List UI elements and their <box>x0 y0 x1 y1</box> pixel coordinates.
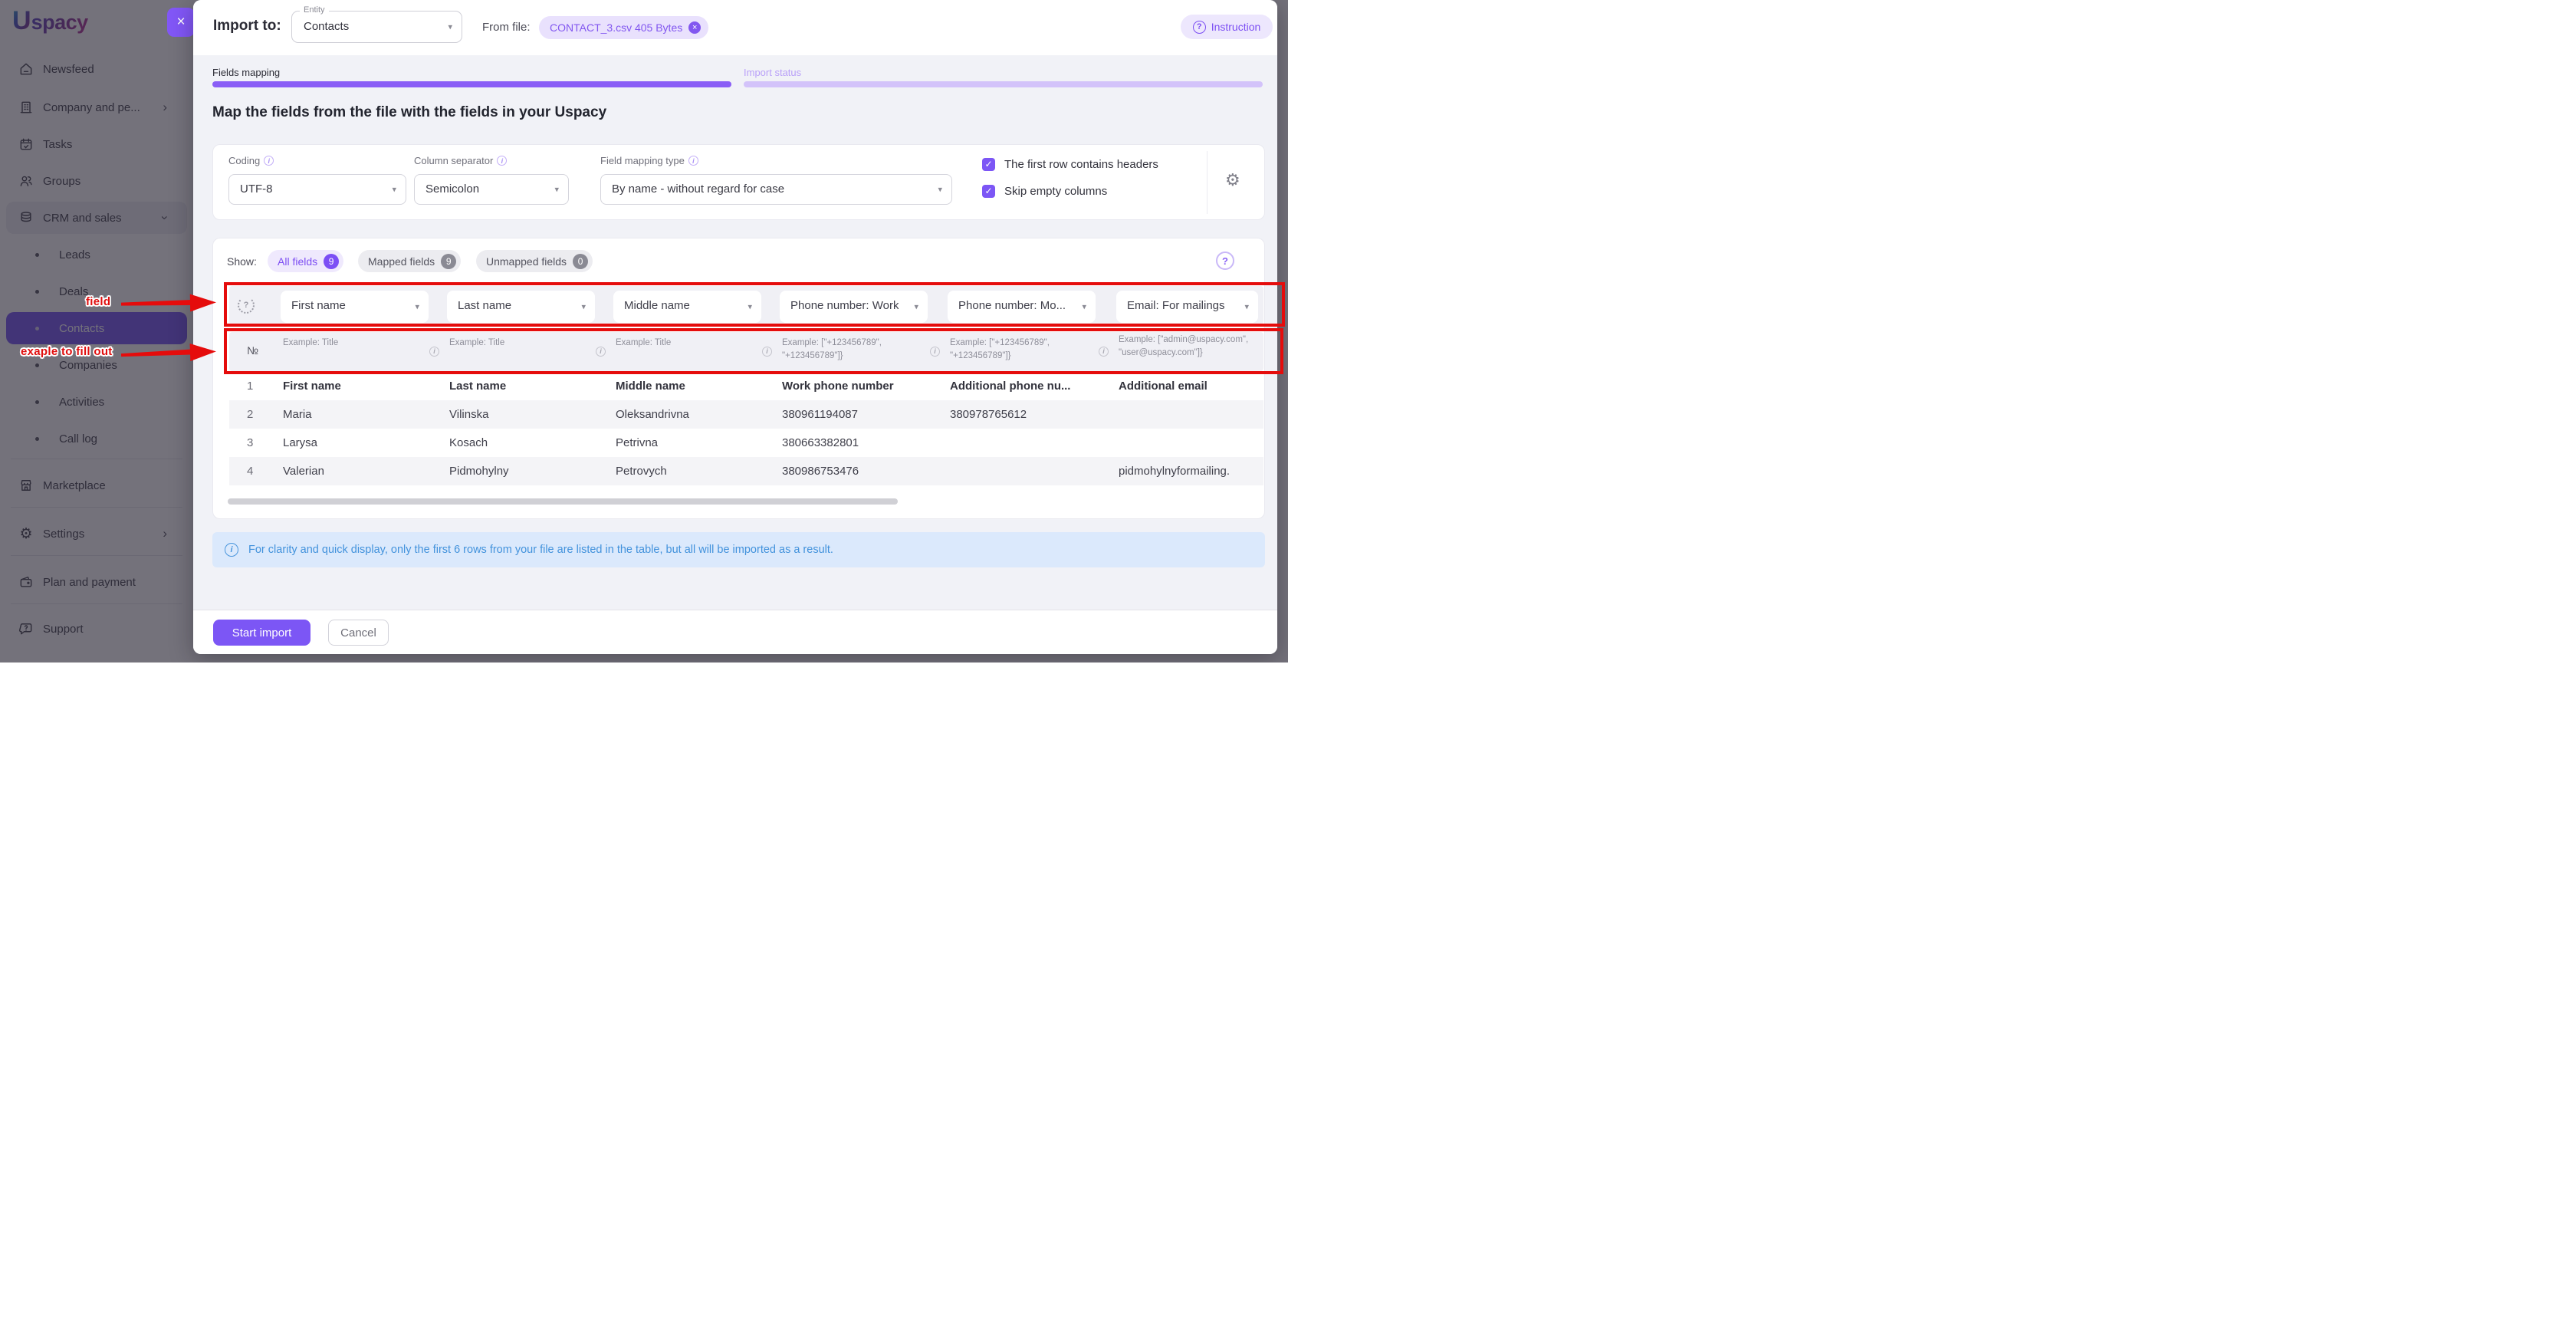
show-label: Show: <box>227 255 257 268</box>
table-row: 4 Valerian Pidmohylny Petrovych 38098675… <box>229 457 1263 485</box>
filter-unmapped-fields[interactable]: Unmapped fields 0 <box>476 250 593 272</box>
app-window: Uspacy Newsfeed Company and pe... › Task… <box>0 0 1288 662</box>
question-circle-icon: ? <box>1193 21 1206 34</box>
field-select-2[interactable]: Last name▾ <box>447 291 595 323</box>
mapping-type-label: Field mapping typei <box>600 155 698 166</box>
caret-down-icon: ▾ <box>914 302 918 312</box>
caret-down-icon: ▾ <box>748 302 752 312</box>
step-fields-mapping-label: Fields mapping <box>212 67 280 78</box>
instruction-button[interactable]: ? Instruction <box>1181 15 1273 39</box>
entity-select-label: Entity <box>300 5 329 15</box>
filter-all-fields[interactable]: All fields 9 <box>268 250 343 272</box>
coding-label: Codingi <box>228 155 274 166</box>
caret-down-icon: ▾ <box>581 302 586 312</box>
horizontal-scrollbar[interactable] <box>228 498 898 505</box>
close-icon: × <box>176 14 185 31</box>
caret-down-icon: ▾ <box>938 185 942 195</box>
fields-card: Show: All fields 9 Mapped fields 9 Unmap… <box>212 238 1265 519</box>
example-cell: Example: ["admin@uspacy.com", "user@uspa… <box>1116 332 1263 371</box>
field-select-6[interactable]: Email: For mailings▾ <box>1116 291 1258 323</box>
from-file-label: From file: <box>482 21 531 34</box>
options-divider <box>1207 151 1208 214</box>
start-import-button[interactable]: Start import <box>213 620 310 646</box>
info-icon: i <box>497 156 507 166</box>
table-row: 3 Larysa Kosach Petrivna 380663382801 <box>229 429 1263 457</box>
number-column-header: № <box>229 332 281 371</box>
section-heading: Map the fields from the file with the fi… <box>212 104 606 121</box>
page-title: Import to: <box>213 18 281 35</box>
example-cell: Example: Titlei <box>281 332 447 371</box>
cancel-button[interactable]: Cancel <box>328 620 389 646</box>
separator-label: Column separatori <box>414 155 507 166</box>
field-mapping-row: ? First name▾ Last name▾ Middle name▾ Ph… <box>229 286 1263 324</box>
info-icon: i <box>930 347 940 357</box>
help-icon[interactable]: ? <box>1216 252 1234 270</box>
step-import-status-label: Import status <box>744 67 801 78</box>
info-icon: i <box>688 156 698 166</box>
info-icon: i <box>225 543 238 557</box>
info-icon: i <box>762 347 772 357</box>
close-menu-button[interactable]: × <box>167 8 195 37</box>
info-icon: i <box>429 347 439 357</box>
check-icon: ✓ <box>984 159 992 169</box>
example-cell: Example: ["+123456789", "+123456789"]}i <box>948 332 1116 371</box>
count-badge: 9 <box>324 254 339 269</box>
coding-select[interactable]: UTF-8 ▾ <box>228 174 406 205</box>
example-cell: Example: ["+123456789", "+123456789"]}i <box>780 332 948 371</box>
info-banner: i For clarity and quick display, only th… <box>212 532 1265 567</box>
caret-down-icon: ▾ <box>1244 302 1249 312</box>
import-modal: Import to: Entity Contacts ▾ From file: … <box>193 0 1277 654</box>
count-badge: 9 <box>441 254 456 269</box>
step-fields-mapping-bar <box>212 81 731 87</box>
auto-match-icon: ? <box>238 297 255 314</box>
info-icon: i <box>264 156 274 166</box>
options-card: Codingi UTF-8 ▾ Column separatori Semico… <box>212 144 1265 220</box>
modal-header: Import to: Entity Contacts ▾ From file: … <box>193 0 1277 55</box>
skip-empty-columns-label: Skip empty columns <box>1004 185 1107 198</box>
example-cell: Example: Titlei <box>447 332 613 371</box>
advanced-settings-gear-icon[interactable]: ⚙ <box>1225 170 1240 190</box>
caret-down-icon: ▾ <box>415 302 419 312</box>
info-icon: i <box>596 347 606 357</box>
entity-select[interactable]: Entity Contacts ▾ <box>291 11 462 43</box>
check-icon: ✓ <box>984 186 992 196</box>
separator-select[interactable]: Semicolon ▾ <box>414 174 569 205</box>
caret-down-icon: ▾ <box>1082 302 1086 312</box>
file-chip[interactable]: CONTACT_3.csv 405 Bytes × <box>539 16 708 39</box>
caret-down-icon: ▾ <box>554 185 559 195</box>
info-icon: i <box>1099 347 1109 357</box>
example-row: № Example: Titlei Example: Titlei Exampl… <box>229 332 1263 371</box>
caret-down-icon: ▾ <box>392 185 396 195</box>
mapping-type-select[interactable]: By name - without regard for case ▾ <box>600 174 952 205</box>
first-row-headers-checkbox[interactable]: ✓ <box>982 158 995 171</box>
skip-empty-columns-checkbox[interactable]: ✓ <box>982 185 995 198</box>
table-row: 2 Maria Vilinska Oleksandrivna 380961194… <box>229 400 1263 429</box>
first-row-headers-label: The first row contains headers <box>1004 158 1158 171</box>
entity-select-value: Contacts <box>304 20 349 33</box>
step-import-status-bar <box>744 81 1263 87</box>
example-cell: Example: Titlei <box>613 332 780 371</box>
caret-down-icon: ▾ <box>448 22 452 32</box>
modal-footer: Start import Cancel <box>193 610 1277 654</box>
filter-mapped-fields[interactable]: Mapped fields 9 <box>358 250 461 272</box>
count-badge: 0 <box>573 254 588 269</box>
field-select-3[interactable]: Middle name▾ <box>613 291 761 323</box>
remove-file-icon[interactable]: × <box>688 21 701 34</box>
field-select-5[interactable]: Phone number: Mo...▾ <box>948 291 1096 323</box>
field-select-1[interactable]: First name▾ <box>281 291 429 323</box>
field-select-4[interactable]: Phone number: Work▾ <box>780 291 928 323</box>
table-row: 1 First name Last name Middle name Work … <box>229 372 1263 400</box>
